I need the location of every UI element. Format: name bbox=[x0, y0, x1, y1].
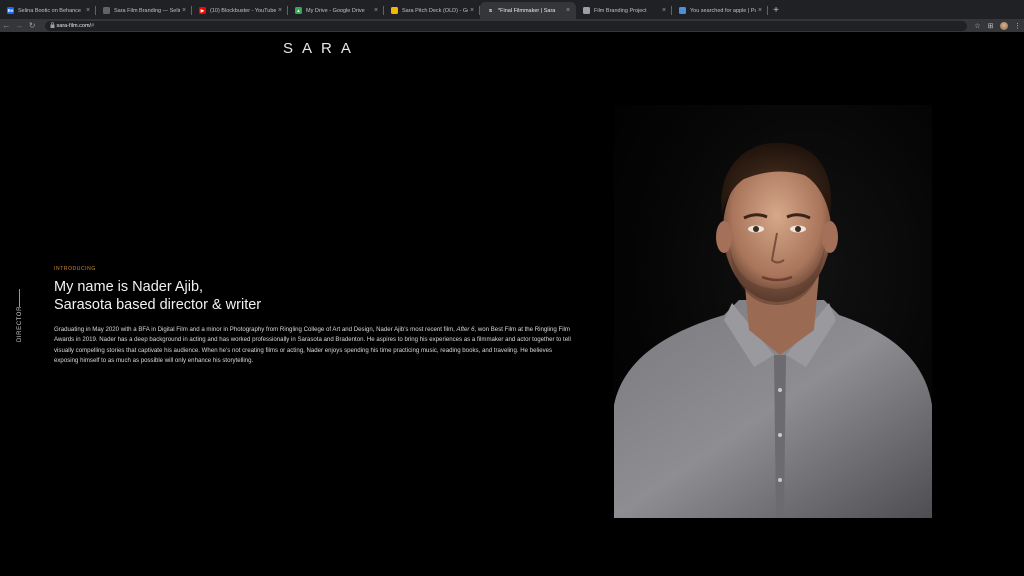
browser-tab[interactable]: Film Branding Project × bbox=[576, 2, 672, 19]
new-tab-button[interactable]: + bbox=[768, 2, 784, 19]
headline: My name is Nader Ajib, Sarasota based di… bbox=[54, 278, 574, 314]
browser-tab[interactable]: ▶ (10) Blockbuster - YouTube × bbox=[192, 2, 288, 19]
browser-tab[interactable]: S *Final Filmmaker | Sara × bbox=[480, 2, 576, 19]
url-hash: # bbox=[91, 22, 95, 29]
tab-close-icon[interactable]: × bbox=[276, 7, 284, 14]
tab-favicon-icon: ▲ bbox=[295, 7, 302, 14]
bio-film-title: After 6 bbox=[456, 326, 475, 333]
tab-close-icon[interactable]: × bbox=[756, 7, 764, 14]
reload-button[interactable]: ↻ bbox=[26, 19, 39, 32]
tab-close-icon[interactable]: × bbox=[180, 7, 188, 14]
tab-close-icon[interactable]: × bbox=[468, 7, 476, 14]
tab-title: Sara Pitch Deck (OLD) - Goog bbox=[402, 7, 468, 14]
address-bar[interactable]: sara-film.com/# bbox=[44, 20, 968, 31]
tab-favicon-icon: ▶ bbox=[199, 7, 206, 14]
intro-section: INTRODUCING My name is Nader Ajib, Saras… bbox=[54, 266, 574, 366]
headline-line-2: Sarasota based director & writer bbox=[54, 297, 262, 313]
star-icon[interactable]: ☆ bbox=[971, 19, 984, 32]
side-label: DIRECTOR bbox=[17, 305, 23, 343]
browser-tab[interactable]: Sara Film Branding — Selina B× bbox=[96, 2, 192, 19]
bio-part-1: Graduating in May 2020 with a BFA in Dig… bbox=[54, 326, 457, 333]
browser-tab-bar: Be Selina Bootic on Behance × Sara Film Bra… bbox=[0, 0, 1024, 19]
tab-close-icon[interactable]: × bbox=[660, 7, 668, 14]
site-logo[interactable]: SARA bbox=[283, 40, 360, 57]
tab-close-icon[interactable]: × bbox=[564, 7, 572, 14]
side-divider bbox=[19, 289, 20, 307]
tab-close-icon[interactable]: × bbox=[84, 7, 92, 14]
portrait-photo bbox=[614, 105, 932, 518]
page-content: SARA DIRECTOR INTRODUCING My name is Nad… bbox=[0, 32, 1024, 576]
extension-icon[interactable]: ⊞ bbox=[984, 19, 997, 32]
back-button[interactable]: ← bbox=[0, 19, 13, 32]
portrait-illustration bbox=[614, 142, 932, 518]
tab-title: My Drive - Google Drive bbox=[306, 7, 365, 14]
tab-title: *Final Filmmaker | Sara bbox=[498, 7, 556, 14]
tab-separator bbox=[767, 6, 768, 15]
url-text: sara-film.com/ bbox=[56, 22, 92, 29]
bio-paragraph: Graduating in May 2020 with a BFA in Dig… bbox=[54, 325, 574, 366]
eyebrow-label: INTRODUCING bbox=[54, 266, 96, 272]
tab-favicon-icon bbox=[679, 7, 686, 14]
lock-icon bbox=[50, 21, 57, 30]
tab-favicon-icon bbox=[103, 7, 110, 14]
browser-tab[interactable]: Be Selina Bootic on Behance × bbox=[0, 2, 96, 19]
tab-title: (10) Blockbuster - YouTube bbox=[210, 7, 276, 14]
tab-close-icon[interactable]: × bbox=[372, 7, 380, 14]
menu-icon[interactable]: ⋮ bbox=[1011, 19, 1024, 32]
forward-button[interactable]: → bbox=[13, 19, 26, 32]
browser-tab[interactable]: ▲ My Drive - Google Drive × bbox=[288, 2, 384, 19]
tab-title: Selina Bootic on Behance bbox=[18, 7, 81, 14]
browser-tab[interactable]: You searched for apple | Page× bbox=[672, 2, 768, 19]
tab-favicon-icon: Be bbox=[7, 7, 14, 14]
profile-avatar[interactable] bbox=[1000, 21, 1009, 30]
browser-tab[interactable]: Sara Pitch Deck (OLD) - Goog× bbox=[384, 2, 480, 19]
tab-favicon-icon: S bbox=[487, 7, 494, 14]
tab-title: Film Branding Project bbox=[594, 7, 647, 14]
tab-title: Sara Film Branding — Selina B bbox=[114, 7, 180, 14]
browser-toolbar: ← → ↻ sara-film.com/# ☆ ⊞ ⋮ bbox=[0, 19, 1024, 32]
tab-favicon-icon bbox=[391, 7, 398, 14]
headline-line-1: My name is Nader Ajib, bbox=[54, 279, 204, 295]
tab-title: You searched for apple | Page bbox=[690, 7, 756, 14]
tab-favicon-icon bbox=[583, 7, 590, 14]
